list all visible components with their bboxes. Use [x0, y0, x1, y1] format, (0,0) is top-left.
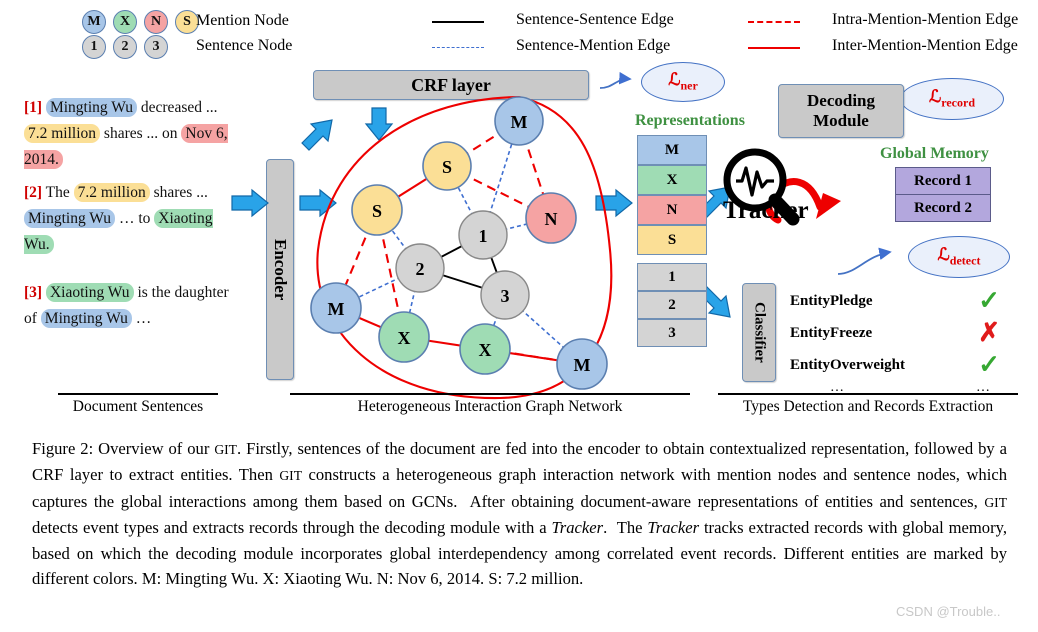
- svg-text:M: M: [574, 355, 591, 375]
- svg-text:2: 2: [416, 259, 425, 279]
- svg-text:M: M: [328, 299, 345, 319]
- loss-detect-label: ℒdetect: [937, 245, 981, 268]
- representation-cell-2: 2: [637, 291, 707, 319]
- global-memory-records: Record 1 Record 2: [895, 167, 991, 222]
- caption-git-1b: IT: [224, 442, 237, 457]
- loss-record-label: ℒrecord: [928, 87, 975, 110]
- representation-cell-s: S: [637, 225, 707, 255]
- svg-text:M: M: [511, 112, 528, 132]
- figure-root: M X N S Mention Node 1 2 3 Sentence Node…: [0, 0, 1038, 632]
- global-memory-title: Global Memory: [880, 145, 989, 162]
- detection-type-2: EntityFreeze: [790, 324, 873, 341]
- section-label-graph: Heterogeneous Interaction Graph Network: [357, 398, 623, 415]
- detection-rows: EntityPledge ✓ EntityFreeze ✗ EntityOver…: [790, 285, 1000, 396]
- graph-node-sentence-3: 3: [480, 270, 530, 320]
- check-icon-3: ✓: [978, 350, 1000, 379]
- representation-cell-1: 1: [637, 263, 707, 291]
- section-rule-detection: [718, 393, 1018, 395]
- decoding-module-block: Decoding Module: [778, 84, 904, 138]
- classifier-block: Classifier: [742, 283, 776, 382]
- graph-node-s-upper: S: [422, 141, 472, 191]
- decoding-module-line2: Module: [813, 111, 869, 130]
- representation-cell-m: M: [637, 135, 707, 165]
- global-memory-arrowhead: [816, 193, 841, 219]
- graph-node-sentence-1: 1: [458, 210, 508, 260]
- section-rule-document: [58, 393, 218, 395]
- loss-record-ellipse: ℒrecord: [900, 78, 1004, 120]
- detection-row-2: EntityFreeze ✗: [790, 317, 1000, 349]
- graph-node-sentence-2: 2: [395, 243, 445, 293]
- representations-mention-stack: M X N S: [637, 135, 707, 255]
- loss-ner-label: ℒner: [668, 70, 698, 93]
- graph-node-s-left: S: [351, 184, 403, 236]
- detection-row-1: EntityPledge ✓: [790, 285, 1000, 317]
- caption-git-1: G: [214, 442, 225, 457]
- graph-node-x-left: X: [378, 311, 430, 363]
- figure-caption: Figure 2: Overview of our GIT. Firstly, …: [32, 439, 1007, 589]
- detection-type-3: EntityOverweight: [790, 356, 905, 373]
- section-label-detection: Types Detection and Records Extraction: [742, 398, 994, 415]
- section-rule-graph: [290, 393, 690, 395]
- tracker-label: Tracker: [723, 197, 809, 224]
- svg-text:1: 1: [479, 226, 488, 246]
- caption-git-3: GIT: [984, 494, 1007, 510]
- svg-text:S: S: [442, 157, 452, 177]
- loss-ner-ellipse: ℒner: [641, 62, 725, 102]
- decoding-module-line1: Decoding: [807, 91, 875, 110]
- svg-text:X: X: [398, 328, 411, 348]
- section-label-document: Document Sentences: [72, 398, 204, 415]
- record-item-2: Record 2: [895, 195, 991, 222]
- svg-text:N: N: [545, 209, 558, 229]
- graph-node-m-left: M: [310, 282, 362, 334]
- representation-cell-n: N: [637, 195, 707, 225]
- graph-node-n-right: N: [525, 192, 577, 244]
- record-item-1: Record 1: [895, 167, 991, 195]
- caption-git-2: GIT: [279, 468, 303, 484]
- svg-text:S: S: [372, 201, 382, 221]
- detection-type-1: EntityPledge: [790, 292, 873, 309]
- representation-cell-3: 3: [637, 319, 707, 347]
- graph-node-m-right: M: [556, 338, 608, 390]
- detection-row-3: EntityOverweight ✓: [790, 349, 1000, 381]
- graph-node-x-mid: X: [459, 323, 511, 375]
- check-icon-1: ✓: [978, 286, 1000, 315]
- representation-cell-x: X: [637, 165, 707, 195]
- svg-text:X: X: [479, 340, 492, 360]
- loss-detect-ellipse: ℒdetect: [908, 236, 1010, 278]
- svg-text:3: 3: [501, 286, 510, 306]
- cross-icon-2: ✗: [978, 318, 1000, 347]
- representations-title: Representations: [635, 112, 745, 129]
- representations-sentence-stack: 1 2 3: [637, 263, 707, 347]
- graph-node-m-top: M: [494, 96, 544, 146]
- watermark: CSDN @Trouble..: [896, 604, 1001, 619]
